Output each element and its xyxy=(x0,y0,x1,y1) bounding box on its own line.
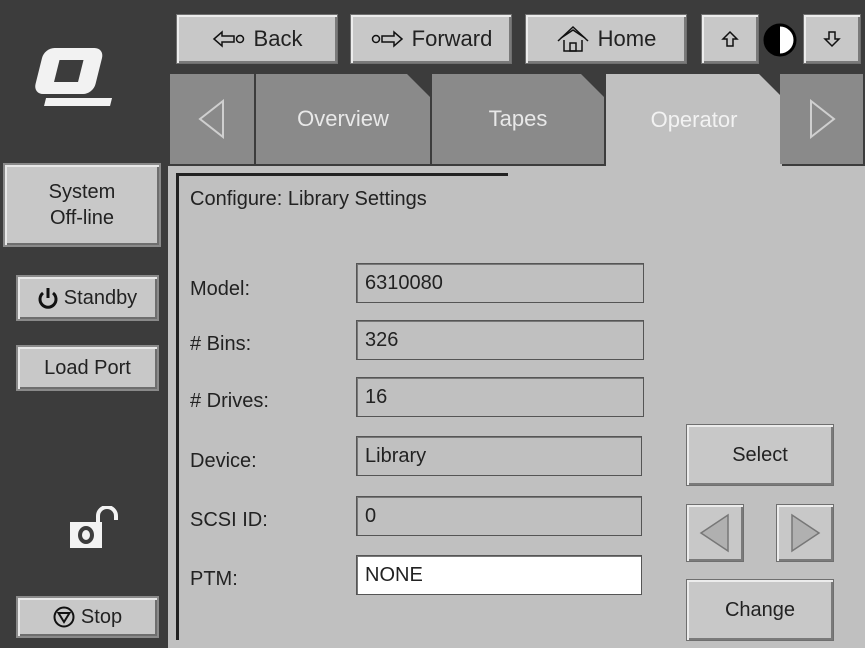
change-button[interactable]: Change xyxy=(686,579,834,641)
arrow-down-icon xyxy=(823,31,841,48)
scroll-up-button[interactable] xyxy=(701,14,759,64)
power-icon xyxy=(38,288,58,309)
system-status-button[interactable]: System Off-line xyxy=(3,163,161,247)
load-port-label: Load Port xyxy=(44,356,131,379)
back-label: Back xyxy=(253,26,303,51)
field-label-device: Device: xyxy=(190,450,257,472)
load-port-button[interactable]: Load Port xyxy=(16,345,159,391)
change-label: Change xyxy=(724,598,796,621)
tab-operator[interactable]: Operator xyxy=(606,74,783,166)
drives-field: 16 xyxy=(356,377,644,417)
back-button[interactable]: Back xyxy=(176,14,338,64)
stop-label: Stop xyxy=(80,605,123,628)
field-label-drives: # Drives: xyxy=(190,390,269,412)
tab-corner xyxy=(581,74,605,98)
previous-value-button[interactable] xyxy=(686,504,744,562)
contrast-icon[interactable] xyxy=(762,22,798,58)
system-status-line2: Off-line xyxy=(49,207,115,229)
tab-tapes-label: Tapes xyxy=(488,106,548,131)
tab-operator-label: Operator xyxy=(650,107,738,132)
model-field: 6310080 xyxy=(356,263,644,303)
triangle-right-icon xyxy=(791,513,821,553)
triangle-left-icon xyxy=(198,99,224,139)
tab-corner xyxy=(407,74,431,98)
triangle-right-icon xyxy=(809,99,836,139)
select-label: Select xyxy=(732,443,788,466)
panel-border-top xyxy=(176,173,508,176)
device-field[interactable]: Library xyxy=(356,436,642,476)
stop-icon xyxy=(53,606,75,628)
field-label-ptm: PTM: xyxy=(190,568,238,590)
quantum-q-logo-icon xyxy=(35,48,113,106)
tab-scroll-left-button[interactable] xyxy=(170,74,256,164)
home-icon xyxy=(557,25,589,52)
arrow-up-icon xyxy=(721,30,739,47)
forward-button[interactable]: Forward xyxy=(350,14,512,64)
home-button[interactable]: Home xyxy=(525,14,687,64)
field-label-bins: # Bins: xyxy=(190,333,252,355)
select-button[interactable]: Select xyxy=(686,424,834,486)
system-status-line1: System xyxy=(48,181,116,203)
arrow-right-icon xyxy=(371,30,403,48)
bins-field: 326 xyxy=(356,320,644,360)
next-value-button[interactable] xyxy=(776,504,834,562)
triangle-left-icon xyxy=(699,513,729,553)
tab-tapes[interactable]: Tapes xyxy=(432,74,606,164)
forward-label: Forward xyxy=(411,26,493,51)
scsi-id-field[interactable]: 0 xyxy=(356,496,642,536)
stop-button[interactable]: Stop xyxy=(16,596,159,638)
tab-overview-label: Overview xyxy=(297,106,389,131)
standby-label: Standby xyxy=(63,286,138,309)
standby-button[interactable]: Standby xyxy=(16,275,159,321)
home-label: Home xyxy=(597,26,657,51)
panel-border-left xyxy=(176,176,179,640)
ptm-field[interactable]: NONE xyxy=(356,555,642,595)
tab-scroll-right-button[interactable] xyxy=(780,74,865,164)
field-label-model: Model: xyxy=(190,278,251,300)
tab-overview[interactable]: Overview xyxy=(256,74,432,164)
field-label-scsi-id: SCSI ID: xyxy=(190,509,268,531)
scroll-down-button[interactable] xyxy=(803,14,861,64)
arrow-left-icon xyxy=(212,30,244,48)
panel-title: Configure: Library Settings xyxy=(190,188,427,210)
unlocked-padlock-icon[interactable] xyxy=(66,506,122,550)
